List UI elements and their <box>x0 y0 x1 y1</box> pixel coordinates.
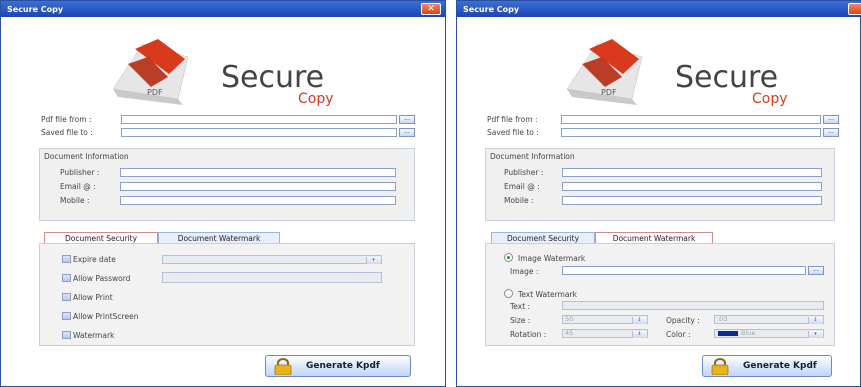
watermark-checkbox[interactable] <box>62 331 71 339</box>
password-input[interactable] <box>162 272 382 283</box>
rotation-label: Rotation : <box>510 330 547 339</box>
tab-document-watermark[interactable]: Document Watermark <box>595 232 713 243</box>
pdf-from-label: Pdf file from : <box>487 115 538 124</box>
rotation-value: 45 <box>565 329 574 337</box>
text-watermark-radio[interactable] <box>504 289 513 298</box>
logo-word-secure: Secure <box>221 60 324 95</box>
publisher-input[interactable] <box>562 168 822 177</box>
opacity-label: Opacity : <box>666 316 700 325</box>
logo-badge: PDF <box>147 88 163 97</box>
allow-printscreen-checkbox[interactable] <box>62 312 71 320</box>
expire-date-label: Expire date <box>73 255 116 264</box>
pdf-from-label: Pdf file from : <box>41 115 92 124</box>
group-title: Document Information <box>490 152 575 161</box>
generate-kpdf-button[interactable]: Generate Kpdf <box>265 355 411 377</box>
lock-icon <box>711 358 729 375</box>
logo-word-copy: Copy <box>298 91 334 107</box>
image-browse-button[interactable]: ... <box>808 266 824 275</box>
close-button[interactable] <box>848 3 861 15</box>
email-input[interactable] <box>120 182 396 191</box>
color-swatch <box>718 331 738 336</box>
generate-kpdf-button[interactable]: Generate Kpdf <box>702 355 832 377</box>
document-information-group: Document Information Publisher : Email @… <box>39 148 415 221</box>
secure-copy-logo: PDF Secure Copy <box>566 39 788 107</box>
pdf-from-input[interactable] <box>121 115 397 124</box>
generate-kpdf-label: Generate Kpdf <box>306 361 380 371</box>
logo-word-secure: Secure <box>675 60 778 95</box>
email-label: Email @ : <box>60 182 96 191</box>
window-title: Secure Copy <box>463 5 520 14</box>
allow-password-checkbox[interactable] <box>62 274 71 282</box>
chevron-down-icon: ▾ <box>366 257 380 264</box>
spinner-arrows-icon: ⇕ <box>632 331 646 338</box>
tab-document-security[interactable]: Document Security <box>491 232 595 243</box>
mobile-input[interactable] <box>562 196 822 205</box>
opacity-spinner[interactable]: .03 ⇕ <box>714 315 824 324</box>
logo-word-copy: Copy <box>752 91 788 107</box>
saved-to-label: Saved file to : <box>41 128 93 137</box>
lock-icon <box>274 358 292 375</box>
watermark-text-input[interactable] <box>562 301 824 310</box>
secure-copy-window-right: Secure Copy PDF Secure Copy Pdf file fro… <box>456 0 861 387</box>
secure-copy-window-left: Secure Copy ✕ PDF Secure Copy Pdf file f… <box>0 0 446 387</box>
document-watermark-panel: Image Watermark Image : ... Text Waterma… <box>485 243 835 346</box>
spinner-arrows-icon: ⇕ <box>808 317 822 324</box>
logo-badge: PDF <box>601 88 617 97</box>
expire-date-picker[interactable]: ▾ <box>162 255 382 264</box>
saved-to-label: Saved file to : <box>487 128 539 137</box>
expire-date-checkbox[interactable] <box>62 255 71 263</box>
watermark-label: Watermark <box>73 331 115 340</box>
saved-to-browse-button[interactable]: ... <box>399 128 415 137</box>
image-path-input[interactable] <box>562 266 806 275</box>
size-value: 50 <box>565 315 574 323</box>
opacity-value: .03 <box>717 315 728 323</box>
allow-password-label: Allow Password <box>73 274 131 283</box>
allow-print-checkbox[interactable] <box>62 293 71 301</box>
email-label: Email @ : <box>504 182 540 191</box>
rotation-spinner[interactable]: 45 ⇕ <box>562 329 648 338</box>
document-information-group: Document Information Publisher : Email @… <box>485 148 835 221</box>
group-title: Document Information <box>44 152 129 161</box>
publisher-input[interactable] <box>120 168 396 177</box>
saved-to-browse-button[interactable]: ... <box>823 128 839 137</box>
mobile-label: Mobile : <box>504 196 534 205</box>
tab-document-security[interactable]: Document Security <box>44 232 158 243</box>
size-label: Size : <box>510 316 531 325</box>
pdf-from-input[interactable] <box>561 115 821 124</box>
text-watermark-label: Text Watermark <box>518 290 577 299</box>
image-label: Image : <box>510 267 539 276</box>
mobile-input[interactable] <box>120 196 396 205</box>
image-watermark-radio[interactable] <box>504 253 513 262</box>
publisher-label: Publisher : <box>504 168 544 177</box>
document-security-panel: Expire date ▾ Allow Password Allow Print… <box>39 243 415 346</box>
saved-to-input[interactable] <box>561 128 821 137</box>
color-value: Blue <box>741 329 756 337</box>
secure-copy-logo: PDF Secure Copy <box>112 39 334 107</box>
title-bar: Secure Copy <box>457 1 861 17</box>
image-watermark-label: Image Watermark <box>518 254 586 263</box>
mobile-label: Mobile : <box>60 196 90 205</box>
size-spinner[interactable]: 50 ⇕ <box>562 315 648 324</box>
generate-kpdf-label: Generate Kpdf <box>743 361 817 371</box>
title-bar: Secure Copy ✕ <box>1 1 445 17</box>
saved-to-input[interactable] <box>121 128 397 137</box>
allow-printscreen-label: Allow PrintScreen <box>73 312 139 321</box>
text-label: Text : <box>510 302 531 311</box>
email-input[interactable] <box>562 182 822 191</box>
color-label: Color : <box>666 330 691 339</box>
allow-print-label: Allow Print <box>73 293 113 302</box>
window-title: Secure Copy <box>7 5 64 14</box>
color-picker[interactable]: Blue ▾ <box>714 329 824 338</box>
tab-document-watermark[interactable]: Document Watermark <box>158 232 280 243</box>
spinner-arrows-icon: ⇕ <box>632 317 646 324</box>
pdf-from-browse-button[interactable]: ... <box>823 115 839 124</box>
publisher-label: Publisher : <box>60 168 100 177</box>
close-button[interactable]: ✕ <box>421 3 441 15</box>
chevron-down-icon: ▾ <box>808 331 822 338</box>
pdf-from-browse-button[interactable]: ... <box>399 115 415 124</box>
